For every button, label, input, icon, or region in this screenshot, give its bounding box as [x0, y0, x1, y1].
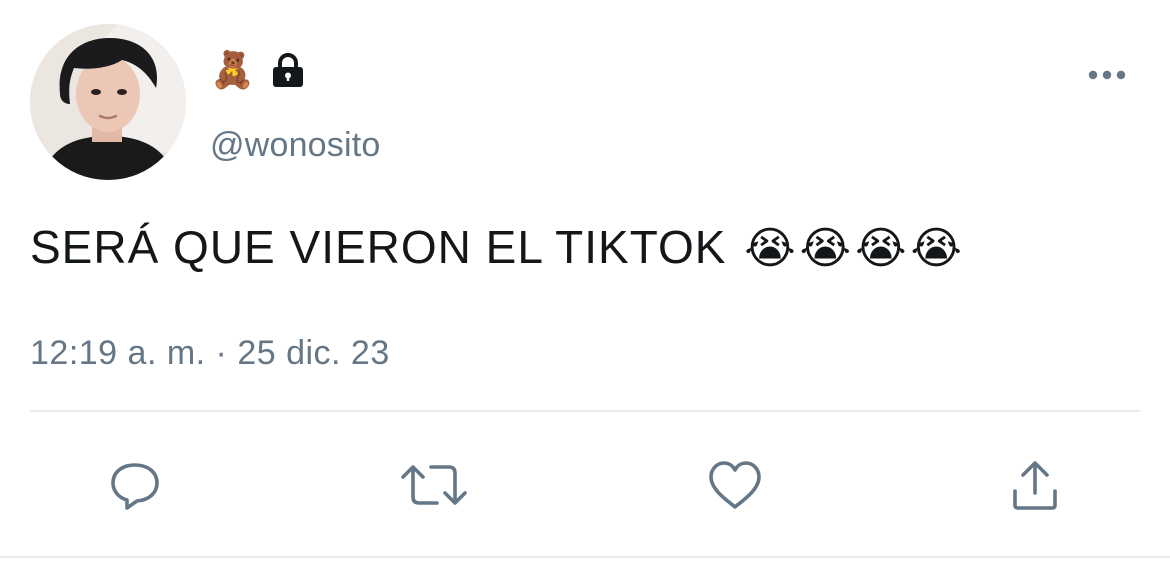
- more-horizontal-icon[interactable]: [1082, 58, 1132, 92]
- reply-button[interactable]: [100, 450, 170, 520]
- like-button[interactable]: [700, 450, 770, 520]
- display-name[interactable]: 🧸: [210, 46, 307, 94]
- heart-icon: [709, 461, 761, 509]
- tweet-text: SERÁ QUE VIERON EL TIKTOK 😭😭😭😭: [30, 220, 962, 274]
- loudly-crying-face-icon: 😭: [744, 224, 796, 273]
- divider: [30, 410, 1140, 412]
- lock-icon: [269, 51, 307, 89]
- tweet-text-content: SERÁ QUE VIERON EL TIKTOK: [30, 221, 727, 273]
- tweet-card: 🧸 @wonosito SERÁ QUE VIERON EL TIKTOK 😭😭…: [0, 0, 1170, 576]
- reply-icon: [111, 463, 159, 510]
- bottom-divider: [0, 556, 1170, 558]
- loudly-crying-face-icon: 😭: [799, 224, 852, 273]
- loudly-crying-face-icon: 😭: [855, 224, 907, 273]
- retweet-button[interactable]: [399, 450, 469, 520]
- avatar[interactable]: [30, 24, 186, 180]
- loudly-crying-face-icon: 😭: [910, 224, 962, 273]
- retweet-icon: [401, 465, 467, 505]
- share-button[interactable]: [1000, 450, 1070, 520]
- user-handle[interactable]: @wonosito: [210, 126, 381, 165]
- tweet-timestamp[interactable]: 12:19 a. m. · 25 dic. 23: [30, 334, 390, 373]
- teddy-bear-icon: 🧸: [210, 49, 255, 90]
- share-icon: [1013, 461, 1057, 510]
